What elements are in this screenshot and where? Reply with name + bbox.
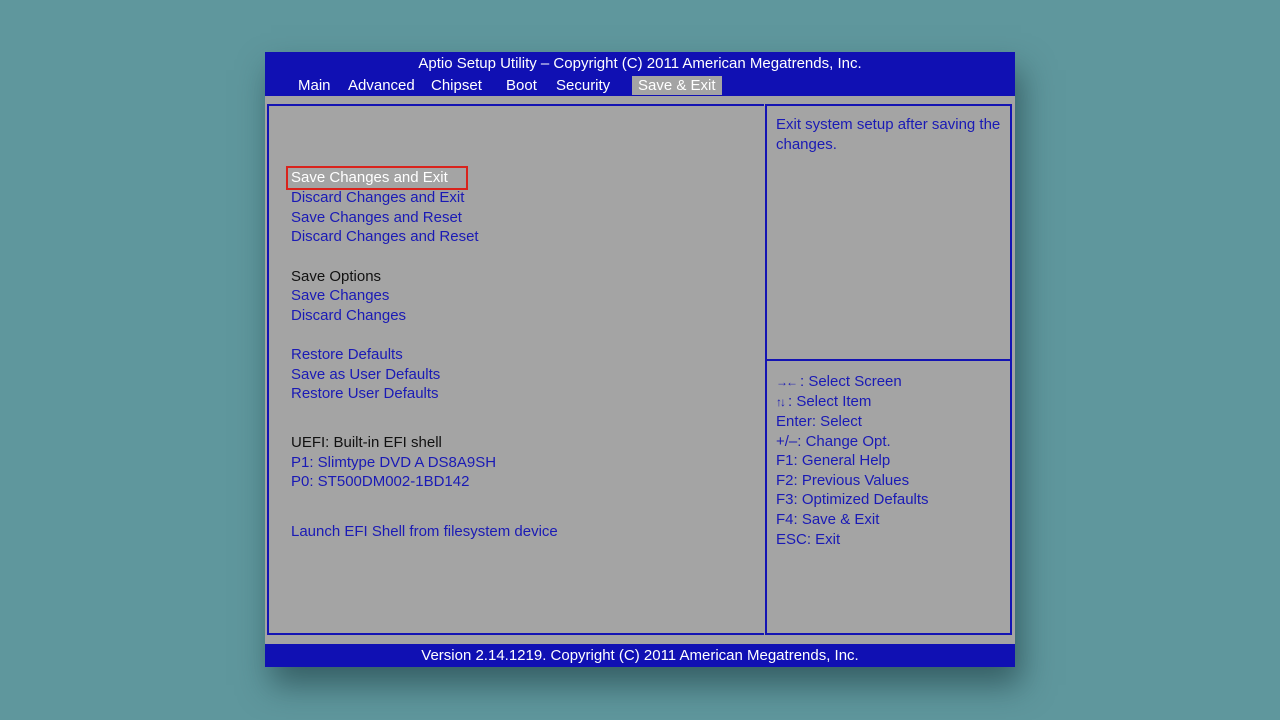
help-box: Exit system setup after saving the chang… — [767, 106, 1010, 361]
header-bar: Aptio Setup Utility – Copyright (C) 2011… — [265, 52, 1015, 96]
menu-item-discard-changes-exit[interactable]: Discard Changes and Exit — [291, 188, 464, 208]
menu-item-restore-user-defaults[interactable]: Restore User Defaults — [291, 384, 439, 404]
menu-item-boot-p1[interactable]: P1: Slimtype DVD A DS8A9SH — [291, 453, 496, 473]
save-options-heading: Save Options — [291, 268, 382, 285]
key-select-screen: →←: Select Screen — [776, 372, 902, 392]
menu-item-save-user-defaults[interactable]: Save as User Defaults — [291, 365, 440, 385]
key-f2-previous: F2: Previous Values — [776, 472, 910, 489]
left-right-arrows-icon: →← — [776, 375, 798, 389]
key-f1-help: F1: General Help — [776, 452, 891, 469]
menu-item-restore-defaults[interactable]: Restore Defaults — [291, 345, 403, 365]
key-change-opt: +/–: Change Opt. — [776, 433, 891, 450]
bios-setup-window: Aptio Setup Utility – Copyright (C) 2011… — [265, 52, 1015, 667]
tab-main[interactable]: Main — [298, 76, 331, 95]
boot-override-heading: UEFI: Built-in EFI shell — [291, 434, 442, 451]
key-f4-save-exit: F4: Save & Exit — [776, 511, 880, 528]
menu-item-discard-changes-reset[interactable]: Discard Changes and Reset — [291, 227, 479, 247]
menu-item-save-changes[interactable]: Save Changes — [291, 286, 389, 306]
key-select-item-label: : Select Item — [788, 393, 872, 410]
key-f3-defaults: F3: Optimized Defaults — [776, 491, 929, 508]
key-esc-exit: ESC: Exit — [776, 531, 841, 548]
menu-item-save-changes-exit[interactable]: Save Changes and Exit — [286, 166, 468, 190]
tab-chipset[interactable]: Chipset — [431, 76, 482, 95]
up-down-arrows-icon: ↑↓ — [776, 395, 786, 409]
version-text: Version 2.14.1219. Copyright (C) 2011 Am… — [421, 647, 859, 664]
footer-bar: Version 2.14.1219. Copyright (C) 2011 Am… — [265, 644, 1015, 667]
menu-item-discard-changes[interactable]: Discard Changes — [291, 306, 406, 326]
side-panel: Exit system setup after saving the chang… — [765, 104, 1012, 635]
window-title: Aptio Setup Utility – Copyright (C) 2011… — [418, 55, 862, 72]
tab-advanced[interactable]: Advanced — [348, 76, 415, 95]
help-text: Exit system setup after saving the chang… — [776, 116, 1001, 153]
key-select-screen-label: : Select Screen — [800, 373, 902, 390]
menu-item-save-changes-reset[interactable]: Save Changes and Reset — [291, 208, 462, 228]
key-select-item: ↑↓: Select Item — [776, 392, 871, 412]
tab-boot[interactable]: Boot — [506, 76, 537, 95]
tab-security[interactable]: Security — [556, 76, 610, 95]
menu-item-boot-p0[interactable]: P0: ST500DM002-1BD142 — [291, 472, 469, 492]
tab-save-exit[interactable]: Save & Exit — [632, 76, 722, 95]
menu-item-launch-efi-shell[interactable]: Launch EFI Shell from filesystem device — [291, 522, 558, 542]
key-enter-select: Enter: Select — [776, 413, 862, 430]
menu-panel: Save Changes and Exit Discard Changes an… — [267, 104, 764, 635]
